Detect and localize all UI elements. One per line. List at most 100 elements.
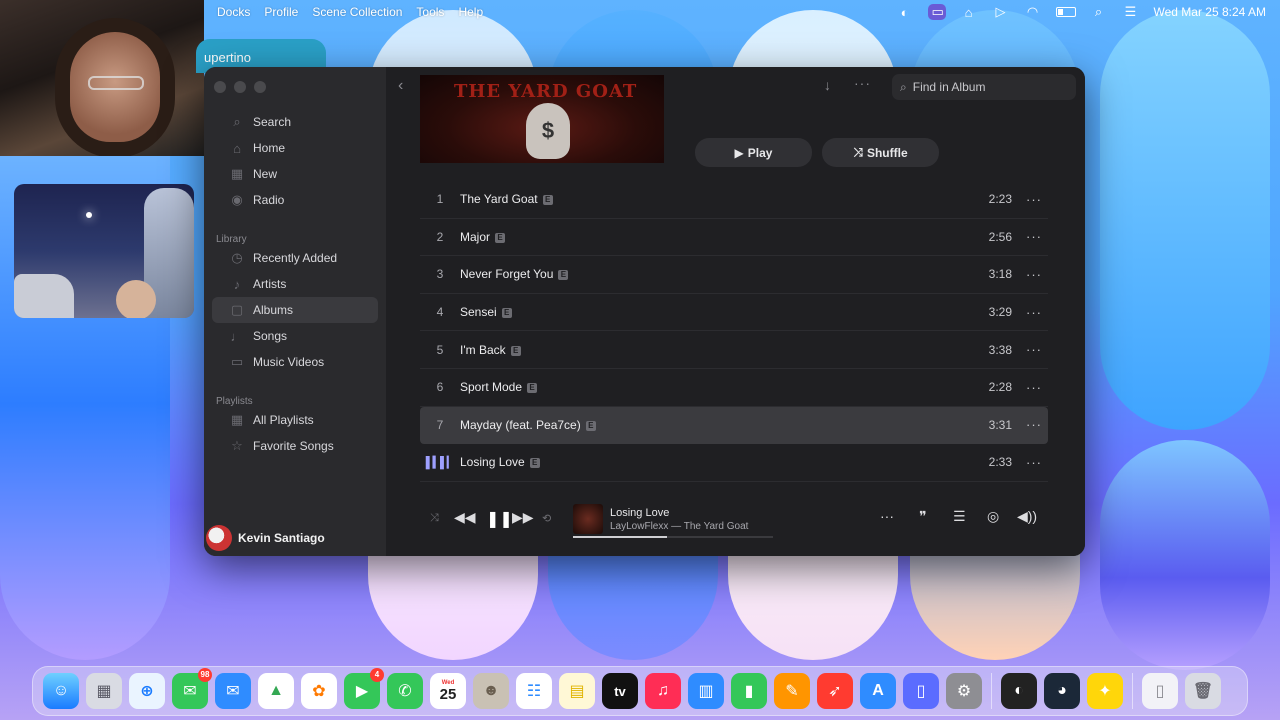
obs-icon[interactable]: ◐: [1001, 673, 1037, 709]
messages-icon[interactable]: ✉ 98: [172, 668, 212, 709]
safari-icon[interactable]: ⊕: [129, 673, 165, 709]
explicit-badge: E: [495, 232, 506, 243]
more-icon[interactable]: ···: [1020, 342, 1048, 357]
previous-icon[interactable]: ◀◀: [454, 509, 476, 526]
pages-icon[interactable]: ✎: [774, 673, 810, 709]
more-icon[interactable]: ···: [1020, 267, 1048, 282]
control-center-icon[interactable]: ☰: [1122, 4, 1140, 20]
track-row-hovered[interactable]: 7 Mayday (feat. Pea7ce) E 3:31 ···: [420, 406, 1048, 445]
sidebar-item-songs[interactable]: ♩ Songs: [212, 323, 378, 349]
sidebar-item-all-playlists[interactable]: ▦ All Playlists: [212, 407, 378, 433]
more-icon[interactable]: ···: [880, 508, 894, 524]
reminders-icon[interactable]: ☷: [516, 673, 552, 709]
calendar-icon[interactable]: Wed 25: [430, 673, 466, 709]
menu-clock[interactable]: Wed Mar 25 8:24 AM: [1154, 5, 1267, 19]
next-icon[interactable]: ▶▶: [512, 509, 534, 526]
battery-icon[interactable]: [1055, 7, 1076, 17]
track-row-now-playing[interactable]: ▌▍▌▎ Losing Love E 2:33 ···: [420, 444, 1048, 482]
playback-progress[interactable]: [573, 536, 773, 538]
sidebar-item-home[interactable]: ⌂ Home: [212, 135, 378, 161]
shuffle-icon[interactable]: ⤨: [430, 512, 439, 525]
app-store-icon[interactable]: A: [860, 673, 896, 709]
now-playing-artwork[interactable]: [573, 504, 603, 534]
play-label: Play: [747, 145, 773, 160]
sidebar-item-albums[interactable]: ▢ Albums: [212, 297, 378, 323]
phone-icon[interactable]: ✆: [387, 673, 423, 709]
sidebar-item-radio[interactable]: ◉ Radio: [212, 187, 378, 213]
repeat-icon[interactable]: ⟲: [542, 512, 551, 525]
maps-icon[interactable]: ▲: [258, 673, 294, 709]
facetime-icon[interactable]: ▶ 4: [344, 668, 384, 709]
sidebar-item-search[interactable]: ⌕ Search: [212, 109, 378, 135]
minimize-button[interactable]: [234, 81, 246, 93]
pause-icon[interactable]: ❚❚: [486, 509, 513, 529]
menu-tools[interactable]: Tools: [416, 5, 444, 19]
obs-icon[interactable]: ◐: [896, 5, 914, 20]
keynote-icon[interactable]: ▥: [688, 673, 724, 709]
track-row[interactable]: 3 Never Forget You E 3:18 ···: [420, 256, 1048, 294]
more-icon[interactable]: ···: [1020, 455, 1048, 470]
finder-icon[interactable]: ☺: [43, 673, 79, 709]
photos-icon[interactable]: ✿: [301, 673, 337, 709]
street-light: [86, 212, 92, 218]
track-row[interactable]: 4 Sensei E 3:29 ···: [420, 294, 1048, 332]
notes-icon[interactable]: ▤: [559, 673, 595, 709]
play-button[interactable]: ▶ Play: [695, 138, 812, 167]
explicit-badge: E: [527, 383, 538, 394]
close-button[interactable]: [214, 81, 226, 93]
more-icon[interactable]: ···: [1020, 192, 1048, 207]
steam-icon[interactable]: ◕: [1044, 673, 1080, 709]
sidebar-item-new[interactable]: ▦ New: [212, 161, 378, 187]
lyrics-icon[interactable]: ❞: [919, 508, 927, 525]
spotlight-search-icon[interactable]: ⌕: [1090, 4, 1108, 20]
user-name: Kevin Santiago: [238, 531, 325, 545]
sidebar-item-music-videos[interactable]: ▭ Music Videos: [212, 349, 378, 375]
mail-icon[interactable]: ✉: [215, 673, 251, 709]
user-account[interactable]: Kevin Santiago: [206, 525, 325, 551]
more-icon[interactable]: ···: [1020, 229, 1048, 244]
trash-icon[interactable]: 🗑: [1185, 673, 1221, 709]
shuffle-button[interactable]: ⤨ Shuffle: [822, 138, 939, 167]
more-icon[interactable]: ···: [1020, 417, 1048, 432]
track-row[interactable]: 2 Major E 2:56 ···: [420, 219, 1048, 257]
more-icon[interactable]: ···: [1020, 380, 1048, 395]
more-icon[interactable]: ···: [854, 75, 871, 91]
download-icon[interactable]: ↓: [824, 77, 831, 93]
music-note-icon: ♩: [230, 328, 244, 344]
launchpad-icon[interactable]: ▦: [86, 673, 122, 709]
tips-icon[interactable]: ✦: [1087, 673, 1123, 709]
menu-help[interactable]: Help: [458, 5, 483, 19]
menu-profile[interactable]: Profile: [264, 5, 298, 19]
sidebar-item-favorite-songs[interactable]: ☆ Favorite Songs: [212, 433, 378, 459]
queue-list-icon[interactable]: ☰: [953, 508, 966, 525]
back-icon[interactable]: ‹: [398, 77, 403, 95]
airplay-icon[interactable]: ◎: [987, 508, 999, 525]
volume-icon[interactable]: ◀)): [1017, 508, 1037, 525]
music-icon[interactable]: ♫: [645, 673, 681, 709]
menu-docks[interactable]: Docks: [217, 5, 250, 19]
document-icon[interactable]: ▯: [1142, 673, 1178, 709]
screen-share-icon[interactable]: ▭: [927, 4, 946, 20]
track-title-cell: Sensei E: [460, 305, 964, 319]
search-placeholder: Find in Album: [912, 80, 986, 94]
system-settings-icon[interactable]: ⚙: [946, 673, 982, 709]
find-in-album-search[interactable]: ⌕ Find in Album: [892, 74, 1076, 100]
more-icon[interactable]: ···: [1020, 305, 1048, 320]
rocket-icon[interactable]: ➶: [817, 673, 853, 709]
menu-scene-collection[interactable]: Scene Collection: [312, 5, 402, 19]
sidebar-item-recently-added[interactable]: ◷ Recently Added: [212, 245, 378, 271]
numbers-icon[interactable]: ▮: [731, 673, 767, 709]
sidebar-item-artists[interactable]: ♪ Artists: [212, 271, 378, 297]
play-circle-icon[interactable]: ▷: [992, 4, 1010, 20]
bed-icon[interactable]: ⌂: [960, 5, 978, 20]
track-title: Never Forget You: [460, 267, 554, 282]
track-row[interactable]: 6 Sport Mode E 2:28 ···: [420, 369, 1048, 407]
zoom-button[interactable]: [254, 81, 266, 93]
now-playing-bars-icon: ▌▍▌▎: [425, 456, 456, 469]
apple-tv-icon[interactable]: tv: [602, 673, 638, 709]
wifi-icon[interactable]: ◠: [1024, 4, 1042, 20]
track-row[interactable]: 1 The Yard Goat E 2:23 ···: [420, 181, 1048, 219]
contacts-icon[interactable]: ☻: [473, 673, 509, 709]
track-row[interactable]: 5 I'm Back E 3:38 ···: [420, 331, 1048, 369]
simulator-icon[interactable]: ▯: [903, 673, 939, 709]
